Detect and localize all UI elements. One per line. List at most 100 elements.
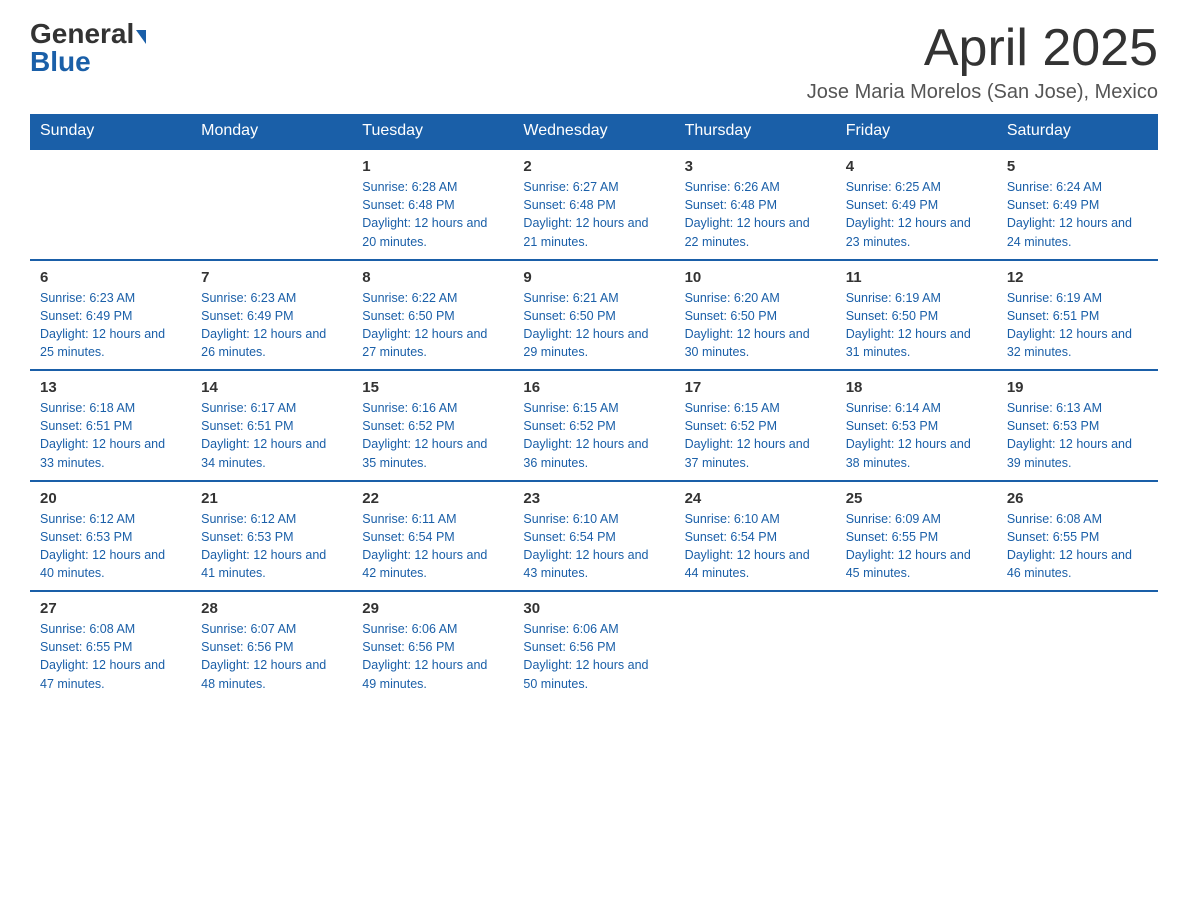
day-number: 7 [201,269,342,286]
day-number: 1 [362,158,503,175]
day-info: Sunrise: 6:08 AMSunset: 6:55 PMDaylight:… [1007,510,1148,583]
calendar-cell: 23Sunrise: 6:10 AMSunset: 6:54 PMDayligh… [513,481,674,592]
calendar-cell: 2 Sunrise: 6:27 AMSunset: 6:48 PMDaylight… [513,149,674,260]
day-number: 24 [685,490,826,507]
calendar-cell: 30 Sunrise: 6:06 AMSunset: 6:56 PMDayligh… [513,591,674,713]
day-number: 21 [201,490,342,507]
day-info: Sunrise: 6:21 AMSunset: 6:50 PMDaylight:… [523,289,664,362]
day-info: Sunrise: 6:23 AMSunset: 6:49 PMDaylight:… [40,289,181,362]
calendar-table: SundayMondayTuesdayWednesdayThursdayFrid… [30,114,1158,713]
day-number: 22 [362,490,503,507]
day-info: Sunrise: 6:15 AMSunset: 6:52 PMDaylight:… [685,399,826,472]
day-info: Sunrise: 6:25 AMSunset: 6:49 PMDaylight:… [846,178,987,251]
calendar-cell [836,591,997,713]
day-header-tuesday: Tuesday [352,114,513,149]
calendar-cell: 1Sunrise: 6:28 AMSunset: 6:48 PMDaylight… [352,149,513,260]
day-info: Sunrise: 6:18 AMSunset: 6:51 PMDaylight:… [40,399,181,472]
day-info: Sunrise: 6:22 AMSunset: 6:50 PMDaylight:… [362,289,503,362]
calendar-cell: 22Sunrise: 6:11 AMSunset: 6:54 PMDayligh… [352,481,513,592]
day-number: 30 [523,600,664,617]
calendar-title: April 2025 [807,20,1158,77]
calendar-cell: 11Sunrise: 6:19 AMSunset: 6:50 PMDayligh… [836,260,997,371]
day-number: 14 [201,379,342,396]
day-number: 3 [685,158,826,175]
week-row-5: 27 Sunrise: 6:08 AMSunset: 6:55 PMDayligh… [30,591,1158,713]
day-header-wednesday: Wednesday [513,114,674,149]
calendar-cell [997,591,1158,713]
day-info: Sunrise: 6:19 AMSunset: 6:51 PMDaylight:… [1007,289,1148,362]
day-number: 25 [846,490,987,507]
day-number: 2 [523,158,664,175]
calendar-cell [30,149,191,260]
calendar-cell: 21 Sunrise: 6:12 AMSunset: 6:53 PMDayligh… [191,481,352,592]
calendar-cell: 28 Sunrise: 6:07 AMSunset: 6:56 PMDayligh… [191,591,352,713]
day-header-thursday: Thursday [675,114,836,149]
day-info: Sunrise: 6:23 AMSunset: 6:49 PMDaylight:… [201,289,342,362]
calendar-cell: 27 Sunrise: 6:08 AMSunset: 6:55 PMDayligh… [30,591,191,713]
day-number: 28 [201,600,342,617]
day-number: 16 [523,379,664,396]
day-number: 8 [362,269,503,286]
calendar-cell: 20Sunrise: 6:12 AMSunset: 6:53 PMDayligh… [30,481,191,592]
calendar-cell: 15Sunrise: 6:16 AMSunset: 6:52 PMDayligh… [352,370,513,481]
day-info: Sunrise: 6:10 AMSunset: 6:54 PMDaylight:… [685,510,826,583]
day-number: 19 [1007,379,1148,396]
calendar-cell: 14Sunrise: 6:17 AMSunset: 6:51 PMDayligh… [191,370,352,481]
logo-triangle-icon [136,30,146,44]
day-info: Sunrise: 6:07 AMSunset: 6:56 PMDaylight:… [201,620,342,693]
calendar-cell: 26Sunrise: 6:08 AMSunset: 6:55 PMDayligh… [997,481,1158,592]
day-info: Sunrise: 6:24 AMSunset: 6:49 PMDaylight:… [1007,178,1148,251]
day-number: 13 [40,379,181,396]
day-number: 17 [685,379,826,396]
day-info: Sunrise: 6:27 AMSunset: 6:48 PMDaylight:… [523,178,664,251]
calendar-cell: 3 Sunrise: 6:26 AMSunset: 6:48 PMDaylight… [675,149,836,260]
calendar-cell: 7 Sunrise: 6:23 AMSunset: 6:49 PMDaylight… [191,260,352,371]
day-info: Sunrise: 6:13 AMSunset: 6:53 PMDaylight:… [1007,399,1148,472]
week-row-3: 13 Sunrise: 6:18 AMSunset: 6:51 PMDayligh… [30,370,1158,481]
day-info: Sunrise: 6:09 AMSunset: 6:55 PMDaylight:… [846,510,987,583]
day-info: Sunrise: 6:26 AMSunset: 6:48 PMDaylight:… [685,178,826,251]
day-info: Sunrise: 6:12 AMSunset: 6:53 PMDaylight:… [40,510,181,583]
calendar-cell: 19 Sunrise: 6:13 AMSunset: 6:53 PMDayligh… [997,370,1158,481]
logo: General Blue [30,20,146,76]
day-header-sunday: Sunday [30,114,191,149]
logo-general: General [30,18,134,49]
day-number: 6 [40,269,181,286]
day-info: Sunrise: 6:06 AMSunset: 6:56 PMDaylight:… [362,620,503,693]
day-info: Sunrise: 6:06 AMSunset: 6:56 PMDaylight:… [523,620,664,693]
day-number: 12 [1007,269,1148,286]
week-row-4: 20Sunrise: 6:12 AMSunset: 6:53 PMDayligh… [30,481,1158,592]
day-header-monday: Monday [191,114,352,149]
day-number: 9 [523,269,664,286]
calendar-cell: 17 Sunrise: 6:15 AMSunset: 6:52 PMDayligh… [675,370,836,481]
calendar-cell: 16 Sunrise: 6:15 AMSunset: 6:52 PMDayligh… [513,370,674,481]
calendar-cell: 8 Sunrise: 6:22 AMSunset: 6:50 PMDaylight… [352,260,513,371]
calendar-subtitle: Jose Maria Morelos (San Jose), Mexico [807,81,1158,104]
calendar-cell: 5Sunrise: 6:24 AMSunset: 6:49 PMDaylight… [997,149,1158,260]
day-info: Sunrise: 6:14 AMSunset: 6:53 PMDaylight:… [846,399,987,472]
calendar-cell: 29Sunrise: 6:06 AMSunset: 6:56 PMDayligh… [352,591,513,713]
logo-blue: Blue [30,46,91,77]
calendar-cell: 13 Sunrise: 6:18 AMSunset: 6:51 PMDayligh… [30,370,191,481]
day-header-saturday: Saturday [997,114,1158,149]
header: General Blue April 2025 Jose Maria Morel… [30,20,1158,104]
day-number: 27 [40,600,181,617]
day-header-friday: Friday [836,114,997,149]
calendar-cell: 4 Sunrise: 6:25 AMSunset: 6:49 PMDaylight… [836,149,997,260]
calendar-cell: 25 Sunrise: 6:09 AMSunset: 6:55 PMDayligh… [836,481,997,592]
day-number: 18 [846,379,987,396]
week-row-1: 1Sunrise: 6:28 AMSunset: 6:48 PMDaylight… [30,149,1158,260]
day-number: 15 [362,379,503,396]
day-info: Sunrise: 6:15 AMSunset: 6:52 PMDaylight:… [523,399,664,472]
day-info: Sunrise: 6:19 AMSunset: 6:50 PMDaylight:… [846,289,987,362]
day-info: Sunrise: 6:10 AMSunset: 6:54 PMDaylight:… [523,510,664,583]
day-number: 10 [685,269,826,286]
title-area: April 2025 Jose Maria Morelos (San Jose)… [807,20,1158,104]
day-number: 4 [846,158,987,175]
day-info: Sunrise: 6:08 AMSunset: 6:55 PMDaylight:… [40,620,181,693]
calendar-cell: 10Sunrise: 6:20 AMSunset: 6:50 PMDayligh… [675,260,836,371]
calendar-cell: 18 Sunrise: 6:14 AMSunset: 6:53 PMDayligh… [836,370,997,481]
day-info: Sunrise: 6:12 AMSunset: 6:53 PMDaylight:… [201,510,342,583]
calendar-cell [675,591,836,713]
calendar-cell [191,149,352,260]
